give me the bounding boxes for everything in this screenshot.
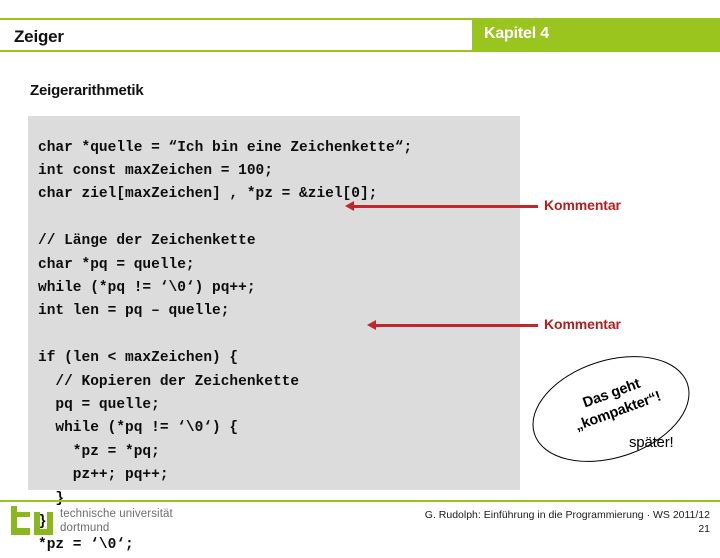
code-listing: char *quelle = “Ich bin eine Zeichenkett…	[38, 139, 413, 554]
tu-logo-text: technische universität dortmund	[60, 507, 173, 535]
slide-header: Zeiger Kapitel 4	[0, 18, 720, 52]
annotation-label-kommentar-1: Kommentar	[544, 197, 621, 213]
code-block: char *quelle = “Ich bin eine Zeichenkett…	[28, 116, 520, 553]
tu-dortmund-logo: technische universität dortmund	[10, 506, 200, 538]
footer-credit: G. Rudolph: Einführung in die Programmie…	[424, 509, 710, 521]
tu-logo-text-line1: technische universität	[60, 508, 173, 520]
header-title-band: Zeiger	[0, 18, 472, 52]
comment-arrow-line-2	[374, 324, 538, 327]
footer-credit-block: G. Rudolph: Einführung in die Programmie…	[425, 508, 710, 536]
tu-logo-icon	[10, 506, 54, 536]
page-number: 21	[698, 523, 710, 535]
footer-divider	[0, 500, 720, 502]
section-heading: Zeigerarithmetik	[30, 82, 144, 99]
tu-logo-text-line2: dortmund	[60, 522, 110, 534]
later-note: später!	[629, 434, 674, 451]
page-title: Zeiger	[14, 27, 64, 46]
chapter-label: Kapitel 4	[484, 25, 549, 42]
annotation-label-kommentar-2: Kommentar	[544, 316, 621, 332]
comment-arrow-line-1	[352, 205, 538, 208]
chapter-band: Kapitel 4	[472, 18, 720, 52]
